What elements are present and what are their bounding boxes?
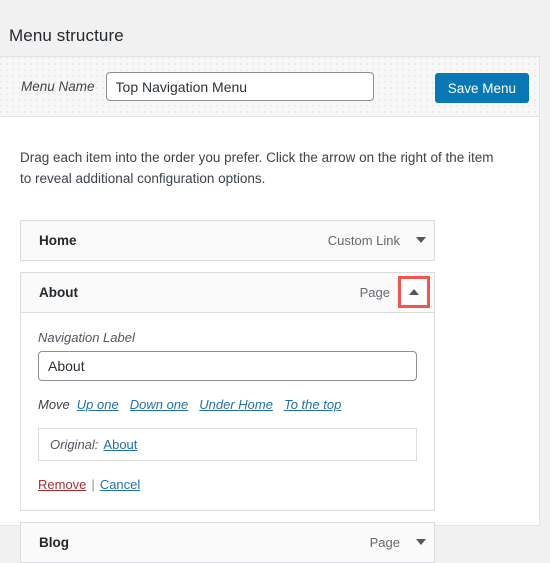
- menu-item-toggle-button[interactable]: [408, 523, 434, 561]
- chevron-up-icon: [409, 289, 419, 296]
- menu-name-input[interactable]: [105, 72, 374, 101]
- save-menu-button[interactable]: Save Menu: [434, 73, 529, 103]
- menu-name-header: Menu Name Save Menu: [0, 57, 539, 117]
- original-link[interactable]: About: [103, 437, 137, 452]
- navigation-label-caption: Navigation Label: [38, 329, 135, 345]
- navigation-label-input[interactable]: [38, 350, 417, 381]
- menu-item-settings-panel: Navigation Label Move Up one Down one Under…: [20, 312, 435, 511]
- menu-item-title: Home: [39, 232, 77, 248]
- menu-item-blog: Blog Page: [20, 521, 435, 563]
- menu-structure-panel: Menu Name Save Menu Drag each item into …: [0, 56, 540, 563]
- page-title: Menu structure: [9, 26, 124, 45]
- menu-item-about: About Page Navigation Label Move Up one Do…: [20, 271, 435, 511]
- menu-item-actions-row: Remove | Cancel: [38, 477, 417, 492]
- menu-item-type: Custom Link: [327, 232, 400, 248]
- menu-item-title: About: [39, 284, 78, 300]
- action-separator: |: [91, 476, 95, 492]
- menu-name-label: Menu Name: [21, 79, 95, 94]
- menu-item-title: Blog: [39, 534, 69, 550]
- chevron-down-icon: [416, 539, 426, 546]
- move-under-home-link[interactable]: Under Home: [199, 397, 273, 412]
- menu-item-home: Home Custom Link: [20, 219, 435, 261]
- remove-link[interactable]: Remove: [38, 477, 86, 492]
- move-links-row: Move Up one Down one Under Home To the top: [38, 397, 417, 412]
- menu-item-bar[interactable]: Blog Page: [20, 521, 435, 563]
- original-field: Original: About: [38, 427, 417, 461]
- menu-item-bar[interactable]: Home Custom Link: [20, 219, 435, 261]
- menu-items-list: Home Custom Link About Page Navigation L…: [0, 204, 539, 563]
- move-to-the-top-link[interactable]: To the top: [284, 397, 341, 412]
- move-up-one-link[interactable]: Up one: [77, 397, 119, 412]
- menu-item-type: Page: [359, 284, 390, 300]
- cancel-link[interactable]: Cancel: [100, 477, 140, 492]
- menu-item-toggle-highlight[interactable]: [398, 276, 430, 309]
- menu-item-bar[interactable]: About Page: [20, 271, 435, 313]
- menu-item-toggle-button[interactable]: [408, 221, 434, 259]
- original-caption: Original:: [50, 436, 99, 452]
- menu-item-type: Page: [369, 534, 400, 550]
- menu-instructions: Drag each item into the order you prefer…: [20, 149, 494, 187]
- move-caption: Move: [38, 396, 70, 412]
- move-down-one-link[interactable]: Down one: [130, 397, 189, 412]
- chevron-down-icon: [416, 237, 426, 244]
